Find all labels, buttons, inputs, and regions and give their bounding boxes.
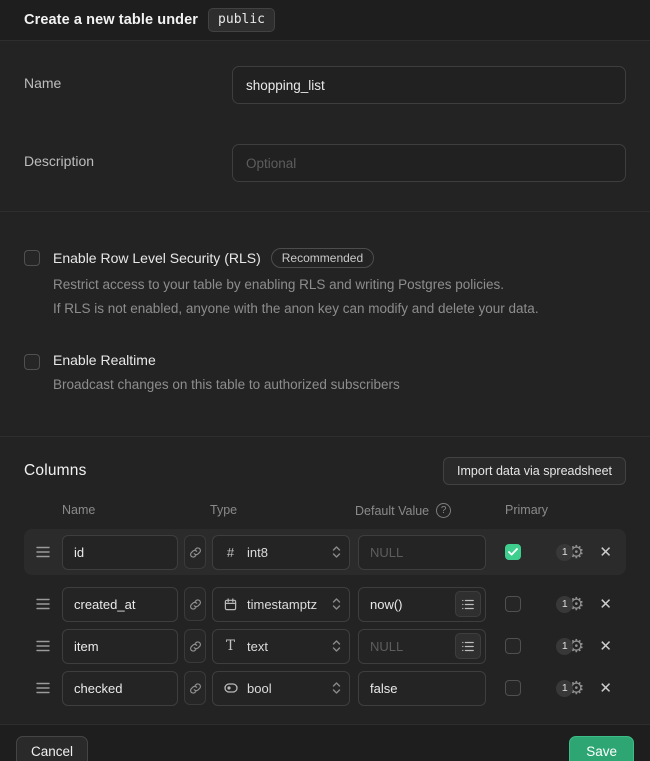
rls-description: Restrict access to your table by enablin… bbox=[53, 273, 539, 321]
schema-badge: public bbox=[208, 8, 275, 32]
text-icon: T bbox=[223, 638, 238, 654]
close-icon: ✕ bbox=[599, 637, 612, 655]
default-value-input[interactable] bbox=[370, 681, 481, 696]
default-value-input[interactable] bbox=[370, 545, 481, 560]
remove-column-button[interactable]: ✕ bbox=[597, 637, 614, 656]
name-label: Name bbox=[24, 66, 232, 91]
drag-handle-icon[interactable] bbox=[36, 546, 50, 558]
link-icon bbox=[189, 640, 202, 653]
default-value-field bbox=[358, 629, 486, 664]
default-value-picker-button[interactable] bbox=[455, 591, 481, 617]
header-name: Name bbox=[62, 503, 210, 518]
table-name-input[interactable] bbox=[232, 66, 626, 104]
rls-toggle-block: Enable Row Level Security (RLS) Recommen… bbox=[24, 248, 626, 321]
save-button[interactable]: Save bbox=[569, 736, 634, 761]
chevron-updown-icon bbox=[332, 597, 341, 611]
column-name-input[interactable] bbox=[62, 629, 178, 664]
import-spreadsheet-button[interactable]: Import data via spreadsheet bbox=[443, 457, 626, 485]
default-value-picker-button[interactable] bbox=[455, 633, 481, 659]
name-row: Name bbox=[24, 66, 626, 104]
foreign-key-button[interactable] bbox=[184, 535, 206, 569]
primary-key-checkbox[interactable] bbox=[505, 638, 521, 654]
description-label: Description bbox=[24, 144, 232, 169]
column-type-select[interactable]: timestamptz bbox=[212, 587, 350, 622]
boolean-icon bbox=[223, 683, 238, 693]
drag-handle-icon[interactable] bbox=[36, 598, 50, 610]
link-icon bbox=[189, 682, 202, 695]
column-name-input[interactable] bbox=[62, 535, 178, 570]
table-row: T text 1 ⚙ ✕ bbox=[24, 625, 626, 667]
chevron-updown-icon bbox=[332, 681, 341, 695]
column-name-input[interactable] bbox=[62, 671, 178, 706]
primary-key-checkbox[interactable] bbox=[505, 680, 521, 696]
column-type-select[interactable]: bool bbox=[212, 671, 350, 706]
link-icon bbox=[189, 546, 202, 559]
primary-key-checkbox[interactable] bbox=[505, 544, 521, 560]
foreign-key-button[interactable] bbox=[184, 629, 206, 663]
cancel-button[interactable]: Cancel bbox=[16, 736, 88, 761]
close-icon: ✕ bbox=[599, 543, 612, 561]
column-settings-button[interactable]: 1 ⚙ bbox=[556, 679, 584, 697]
header-type: Type bbox=[210, 503, 355, 518]
create-table-dialog: Create a new table under public Name Des… bbox=[0, 0, 650, 761]
columns-section: Columns Import data via spreadsheet Name… bbox=[0, 437, 650, 724]
columns-header-row: Name Type Default Value ? Primary bbox=[24, 503, 626, 518]
close-icon: ✕ bbox=[599, 679, 612, 697]
table-description-input[interactable] bbox=[232, 144, 626, 182]
column-settings-button[interactable]: 1 ⚙ bbox=[556, 637, 584, 655]
settings-count-badge: 1 bbox=[556, 638, 573, 655]
column-settings-button[interactable]: 1 ⚙ bbox=[556, 543, 584, 561]
recommended-badge: Recommended bbox=[271, 248, 374, 268]
remove-column-button[interactable]: ✕ bbox=[597, 543, 614, 562]
table-row: # int8 1 ⚙ ✕ bbox=[24, 529, 626, 575]
dialog-header: Create a new table under public bbox=[0, 0, 650, 41]
primary-key-checkbox[interactable] bbox=[505, 596, 521, 612]
chevron-updown-icon bbox=[332, 639, 341, 653]
realtime-label: Enable Realtime bbox=[53, 352, 156, 368]
hash-icon: # bbox=[223, 545, 238, 560]
link-icon bbox=[189, 598, 202, 611]
header-default-value: Default Value bbox=[355, 504, 429, 518]
table-options-section: Enable Row Level Security (RLS) Recommen… bbox=[0, 212, 650, 437]
dialog-footer: Cancel Save bbox=[0, 724, 650, 761]
table-details-section: Name Description bbox=[0, 41, 650, 212]
columns-title: Columns bbox=[24, 462, 87, 480]
remove-column-button[interactable]: ✕ bbox=[597, 595, 614, 614]
realtime-description: Broadcast changes on this table to autho… bbox=[53, 373, 400, 397]
drag-handle-icon[interactable] bbox=[36, 682, 50, 694]
rls-label: Enable Row Level Security (RLS) bbox=[53, 250, 261, 266]
description-row: Description bbox=[24, 144, 626, 182]
default-value-input[interactable] bbox=[370, 639, 455, 654]
foreign-key-button[interactable] bbox=[184, 587, 206, 621]
rls-checkbox[interactable] bbox=[24, 250, 40, 266]
drag-handle-icon[interactable] bbox=[36, 640, 50, 652]
chevron-updown-icon bbox=[332, 545, 341, 559]
close-icon: ✕ bbox=[599, 595, 612, 613]
column-type-select[interactable]: T text bbox=[212, 629, 350, 664]
realtime-toggle-block: Enable Realtime Broadcast changes on thi… bbox=[24, 352, 626, 397]
settings-count-badge: 1 bbox=[556, 596, 573, 613]
columns-list: # int8 1 ⚙ ✕ bbox=[24, 529, 626, 709]
foreign-key-button[interactable] bbox=[184, 671, 206, 705]
default-value-input[interactable] bbox=[370, 597, 455, 612]
dialog-title: Create a new table under bbox=[24, 12, 198, 28]
column-settings-button[interactable]: 1 ⚙ bbox=[556, 595, 584, 613]
default-value-field bbox=[358, 671, 486, 706]
default-value-field bbox=[358, 535, 486, 570]
column-type-select[interactable]: # int8 bbox=[212, 535, 350, 570]
settings-count-badge: 1 bbox=[556, 680, 573, 697]
table-row: bool 1 ⚙ ✕ bbox=[24, 667, 626, 709]
default-value-help-icon[interactable]: ? bbox=[436, 503, 451, 518]
header-primary: Primary bbox=[505, 503, 565, 518]
default-value-field bbox=[358, 587, 486, 622]
settings-count-badge: 1 bbox=[556, 544, 573, 561]
calendar-icon bbox=[223, 598, 238, 611]
column-name-input[interactable] bbox=[62, 587, 178, 622]
table-row: timestamptz 1 ⚙ ✕ bbox=[24, 583, 626, 625]
realtime-checkbox[interactable] bbox=[24, 354, 40, 370]
remove-column-button[interactable]: ✕ bbox=[597, 679, 614, 698]
